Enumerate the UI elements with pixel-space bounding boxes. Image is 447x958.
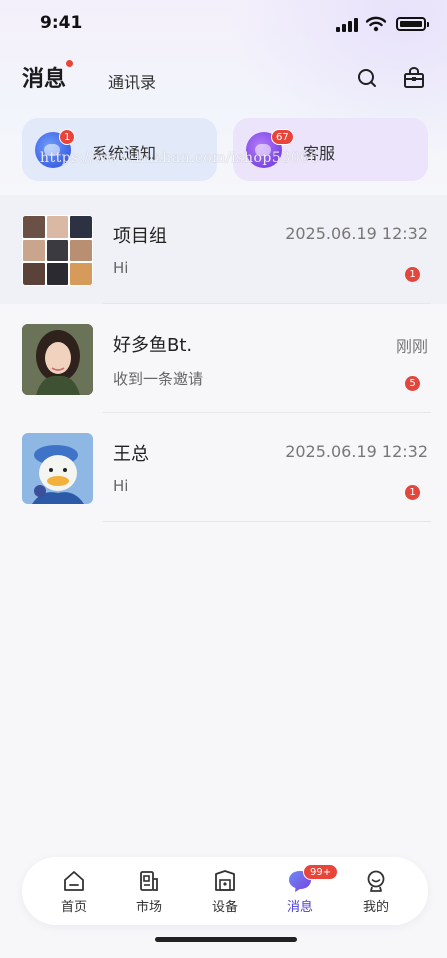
- status-bar: 9:41: [0, 0, 447, 50]
- chat-time: 刚刚: [395, 337, 428, 356]
- tab-market[interactable]: 市场: [119, 869, 179, 919]
- wifi-icon: [366, 16, 386, 32]
- tab-label: 首页: [60, 900, 87, 915]
- divider: [103, 521, 431, 522]
- unread-badge: 5: [405, 376, 420, 391]
- chat-preview: Hi: [113, 477, 129, 495]
- unread-badge: 1: [405, 267, 420, 282]
- watermark: https://www.huzhan.com/ishop53066: [40, 150, 319, 166]
- tab-label: 设备: [211, 900, 238, 915]
- tab-label: 市场: [135, 900, 162, 915]
- battery-icon: [396, 17, 429, 31]
- chat-row-wang[interactable]: 王总 2025.06.19 12:32 Hi 1: [0, 413, 447, 522]
- home-icon: [64, 871, 84, 891]
- service-count-badge: 67: [271, 129, 294, 145]
- bottom-tab-bar: 首页 市场 设备 99+ 消息 我的: [22, 857, 428, 925]
- profile-icon: [367, 870, 385, 892]
- tab-profile[interactable]: 我的: [346, 869, 406, 919]
- tab-contacts[interactable]: 通讯录: [108, 69, 156, 93]
- user-avatar: [22, 433, 93, 504]
- page-title[interactable]: 消息: [22, 61, 66, 93]
- tab-home[interactable]: 首页: [44, 869, 104, 919]
- tab-messages[interactable]: 99+ 消息: [270, 864, 339, 919]
- chat-row-project-group[interactable]: 项目组 2025.06.19 12:32 Hi 1: [0, 195, 447, 304]
- device-icon: [215, 870, 235, 891]
- chat-time: 2025.06.19 12:32: [285, 224, 428, 243]
- page-header: 消息 通讯录: [0, 55, 447, 99]
- status-time: 9:41: [40, 13, 83, 33]
- tab-device[interactable]: 设备: [195, 869, 255, 919]
- tab-label: 消息: [286, 900, 313, 915]
- messages-count-badge: 99+: [303, 864, 339, 880]
- market-icon: [140, 871, 158, 891]
- tab-label: 我的: [362, 900, 389, 915]
- unread-dot: [66, 60, 73, 67]
- chat-name: 王总: [113, 444, 149, 465]
- chat-name: 项目组: [113, 226, 167, 247]
- chat-preview: 收到一条邀请: [113, 370, 204, 388]
- cellular-signal-icon: [336, 18, 358, 32]
- user-avatar: [22, 324, 93, 395]
- chat-time: 2025.06.19 12:32: [285, 442, 428, 461]
- notification-count-badge: 1: [59, 129, 76, 145]
- home-indicator[interactable]: [155, 937, 297, 942]
- search-icon[interactable]: [356, 67, 378, 89]
- chat-preview: Hi: [113, 259, 129, 277]
- group-avatar: [22, 215, 93, 286]
- store-icon[interactable]: [403, 67, 425, 89]
- chat-row-haoduoyu[interactable]: 好多鱼Bt. 刚刚 收到一条邀请 5: [0, 304, 447, 413]
- unread-badge: 1: [405, 485, 420, 500]
- chat-name: 好多鱼Bt.: [113, 335, 193, 356]
